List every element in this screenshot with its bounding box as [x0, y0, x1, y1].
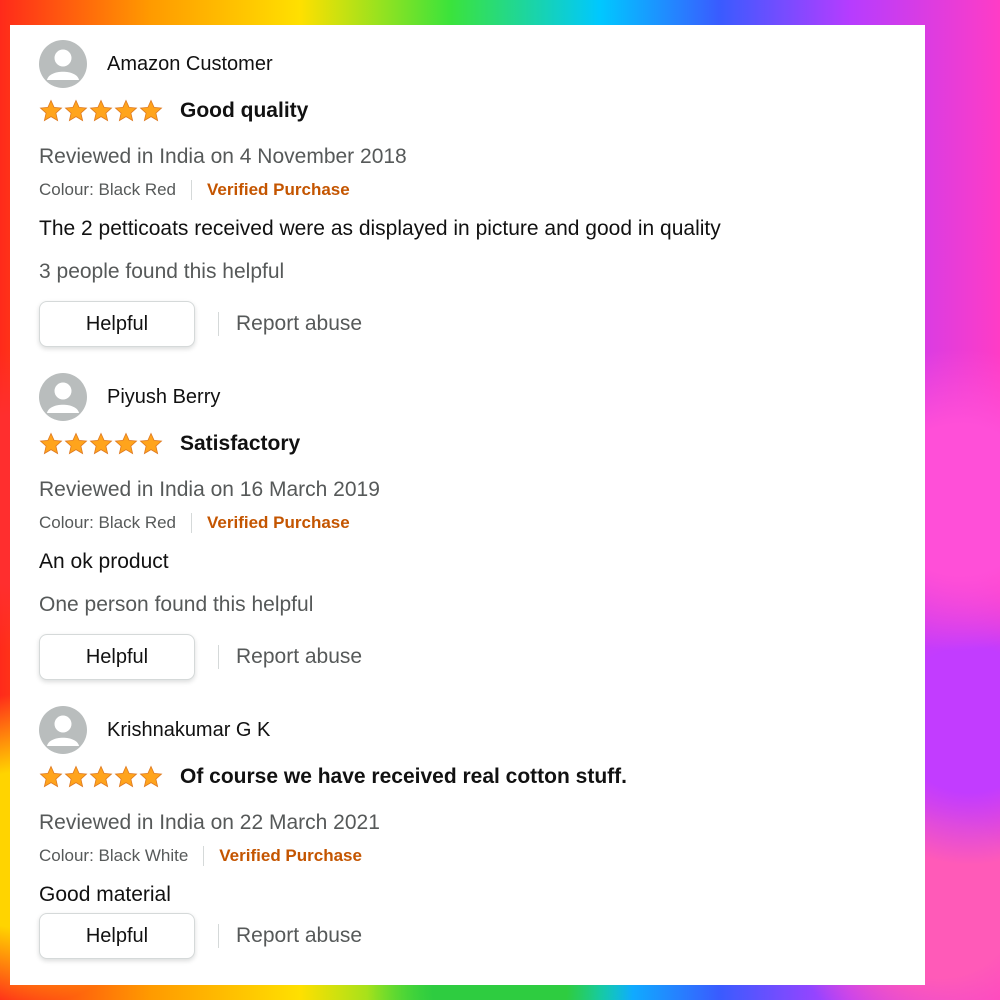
- avatar-icon: [39, 40, 87, 88]
- rating-row: Satisfactory: [39, 430, 300, 458]
- star-icon: [114, 432, 138, 455]
- helpful-button[interactable]: Helpful: [39, 634, 195, 680]
- review-meta: Colour: Black White Verified Purchase: [39, 846, 362, 866]
- helpful-button[interactable]: Helpful: [39, 301, 195, 347]
- helpful-button[interactable]: Helpful: [39, 913, 195, 959]
- review-date: Reviewed in India on 4 November 2018: [39, 145, 407, 168]
- star-icon: [64, 765, 88, 788]
- star-rating[interactable]: [39, 432, 163, 456]
- divider: [191, 513, 193, 533]
- star-icon: [64, 99, 88, 122]
- divider: [218, 312, 219, 336]
- review-title[interactable]: Satisfactory: [180, 432, 300, 456]
- divider: [203, 846, 205, 866]
- review-title[interactable]: Of course we have received real cotton s…: [180, 765, 627, 789]
- review-actions: Helpful Report abuse: [39, 634, 362, 680]
- star-rating[interactable]: [39, 765, 163, 789]
- star-icon: [39, 432, 63, 455]
- report-abuse-link[interactable]: Report abuse: [236, 312, 362, 336]
- avatar-icon: [39, 706, 87, 754]
- verified-purchase-badge: Verified Purchase: [219, 846, 362, 865]
- review-actions: Helpful Report abuse: [39, 913, 362, 959]
- colour-variant[interactable]: Colour: Black Red: [39, 180, 176, 200]
- avatar-icon: [39, 373, 87, 421]
- star-icon: [39, 765, 63, 788]
- review-date: Reviewed in India on 16 March 2019: [39, 478, 380, 501]
- divider: [191, 180, 193, 200]
- star-icon: [89, 99, 113, 122]
- star-icon: [139, 432, 163, 455]
- star-icon: [114, 99, 138, 122]
- reviewer-name[interactable]: Amazon Customer: [107, 53, 273, 76]
- report-abuse-link[interactable]: Report abuse: [236, 924, 362, 948]
- helpful-count: 3 people found this helpful: [39, 260, 285, 283]
- review-date: Reviewed in India on 22 March 2021: [39, 811, 380, 834]
- reviews-panel: Amazon Customer Good quality Reviewed in…: [10, 25, 925, 985]
- verified-purchase-badge: Verified Purchase: [207, 180, 350, 199]
- reviewer-name[interactable]: Krishnakumar G K: [107, 719, 270, 742]
- reviewer-name[interactable]: Piyush Berry: [107, 386, 220, 409]
- rating-row: Of course we have received real cotton s…: [39, 763, 627, 791]
- review-title[interactable]: Good quality: [180, 99, 308, 123]
- star-icon: [89, 765, 113, 788]
- divider: [218, 645, 219, 669]
- review-meta: Colour: Black Red Verified Purchase: [39, 513, 350, 533]
- star-icon: [64, 432, 88, 455]
- review-body: The 2 petticoats received were as displa…: [39, 217, 721, 240]
- colour-variant[interactable]: Colour: Black Red: [39, 513, 176, 533]
- star-icon: [39, 99, 63, 122]
- report-abuse-link[interactable]: Report abuse: [236, 645, 362, 669]
- divider: [218, 924, 219, 948]
- review-actions: Helpful Report abuse: [39, 301, 362, 347]
- star-icon: [89, 432, 113, 455]
- star-rating[interactable]: [39, 99, 163, 123]
- helpful-count: One person found this helpful: [39, 593, 314, 616]
- rating-row: Good quality: [39, 97, 308, 125]
- star-icon: [139, 99, 163, 122]
- colour-variant[interactable]: Colour: Black White: [39, 846, 188, 866]
- review-body: Good material: [39, 883, 171, 906]
- review-meta: Colour: Black Red Verified Purchase: [39, 180, 350, 200]
- verified-purchase-badge: Verified Purchase: [207, 513, 350, 532]
- star-icon: [139, 765, 163, 788]
- star-icon: [114, 765, 138, 788]
- review-body: An ok product: [39, 550, 169, 573]
